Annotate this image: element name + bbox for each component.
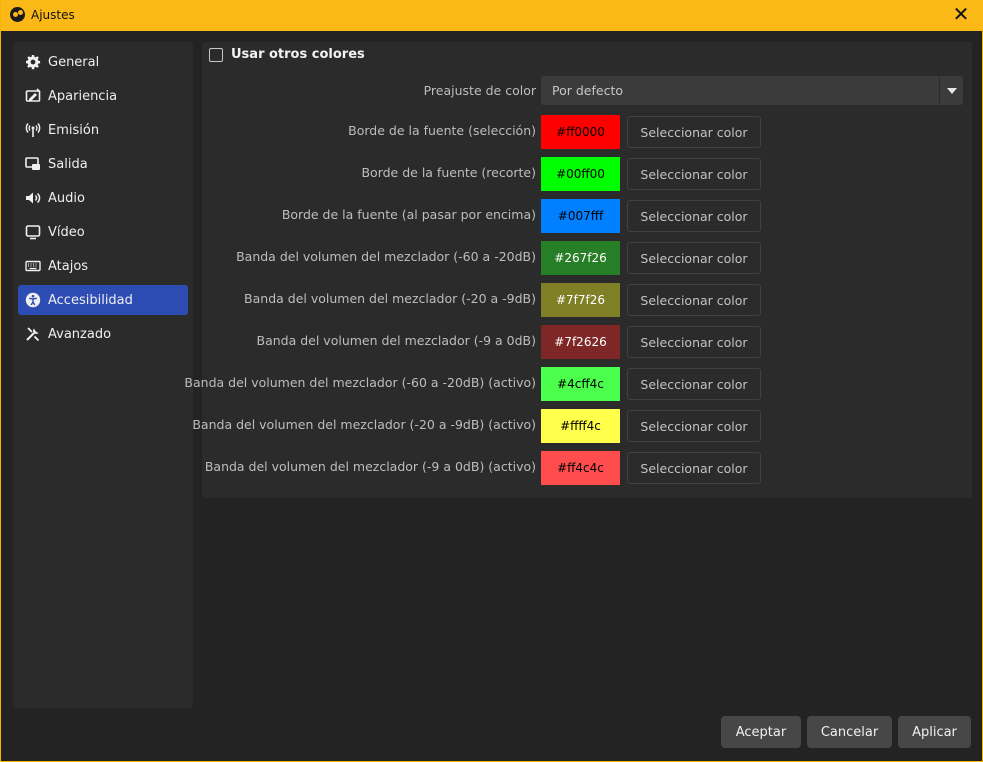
speaker-icon <box>24 189 42 207</box>
accessibility-panel: Usar otros colores Preajuste de color Po… <box>184 42 972 498</box>
select-divider <box>939 76 940 105</box>
select-color-button[interactable]: Seleccionar color <box>627 158 761 190</box>
use-other-colors-checkbox[interactable] <box>209 48 223 62</box>
sidebar-item-accessibility[interactable]: Accesibilidad <box>18 285 188 315</box>
sidebar-item-stream[interactable]: Emisión <box>18 115 188 145</box>
color-swatch: #ff4c4c <box>541 451 620 485</box>
sidebar-item-label: Apariencia <box>48 88 118 104</box>
sidebar-item-general[interactable]: General <box>18 47 188 77</box>
monitor-icon <box>24 223 42 241</box>
select-color-button[interactable]: Seleccionar color <box>627 368 761 400</box>
sidebar-item-label: Vídeo <box>48 224 85 240</box>
sidebar-item-audio[interactable]: Audio <box>18 183 188 213</box>
sidebar-item-video[interactable]: Vídeo <box>18 217 188 247</box>
select-color-button[interactable]: Seleccionar color <box>627 326 761 358</box>
cancel-button[interactable]: Cancelar <box>807 716 892 748</box>
color-swatch: #267f26 <box>541 241 620 275</box>
select-color-button[interactable]: Seleccionar color <box>627 410 761 442</box>
broadcast-icon <box>24 121 42 139</box>
accept-button[interactable]: Aceptar <box>721 716 801 748</box>
sidebar-item-output[interactable]: Salida <box>18 149 188 179</box>
row-label: Banda del volumen del mezclador (-20 a -… <box>192 417 536 432</box>
sidebar-item-label: Avanzado <box>48 326 112 342</box>
sidebar-item-hotkeys[interactable]: Atajos <box>18 251 188 281</box>
settings-window: Ajustes ✕ General Apariencia Emisión Sal… <box>0 0 983 762</box>
row-label: Banda del volumen del mezclador (-20 a -… <box>244 291 536 306</box>
row-label: Borde de la fuente (selección) <box>348 123 536 138</box>
color-swatch: #7f2626 <box>541 325 620 359</box>
sidebar-item-label: Audio <box>48 190 85 206</box>
color-swatch: #ffff4c <box>541 409 620 443</box>
sidebar-item-label: Accesibilidad <box>48 292 133 308</box>
window-title: Ajustes <box>31 8 75 22</box>
color-preset-select[interactable]: Por defecto <box>541 76 963 105</box>
select-color-button[interactable]: Seleccionar color <box>627 200 761 232</box>
preset-label: Preajuste de color <box>423 83 536 98</box>
select-color-button[interactable]: Seleccionar color <box>627 116 761 148</box>
row-label: Banda del volumen del mezclador (-60 a -… <box>184 375 536 390</box>
chevron-down-icon <box>947 88 957 94</box>
appearance-icon <box>24 87 42 105</box>
use-other-colors-label[interactable]: Usar otros colores <box>231 47 365 62</box>
color-swatch: #4cff4c <box>541 367 620 401</box>
gear-icon <box>24 53 42 71</box>
tools-icon <box>24 325 42 343</box>
color-swatch: #ff0000 <box>541 115 620 149</box>
row-label: Banda del volumen del mezclador (-9 a 0d… <box>204 459 536 474</box>
preset-value: Por defecto <box>552 83 623 98</box>
sidebar-item-advanced[interactable]: Avanzado <box>18 319 188 349</box>
select-color-button[interactable]: Seleccionar color <box>627 452 761 484</box>
close-button[interactable]: ✕ <box>938 0 983 31</box>
apply-button[interactable]: Aplicar <box>898 716 971 748</box>
sidebar-item-label: Emisión <box>48 122 100 138</box>
output-icon <box>24 155 42 173</box>
sidebar-item-label: Atajos <box>48 258 89 274</box>
color-swatch: #00ff00 <box>541 157 620 191</box>
color-swatch: #007fff <box>541 199 620 233</box>
sidebar-item-label: Salida <box>48 156 88 172</box>
color-swatch: #7f7f26 <box>541 283 620 317</box>
title-bar[interactable]: Ajustes ✕ <box>1 0 983 31</box>
select-color-button[interactable]: Seleccionar color <box>627 284 761 316</box>
sidebar-item-label: General <box>48 54 100 70</box>
settings-sidebar: General Apariencia Emisión Salida Audio <box>13 42 193 708</box>
obs-logo-icon <box>10 7 25 22</box>
accessibility-icon <box>24 291 42 309</box>
row-label: Borde de la fuente (recorte) <box>361 165 536 180</box>
row-label: Banda del volumen del mezclador (-60 a -… <box>236 249 536 264</box>
row-label: Borde de la fuente (al pasar por encima) <box>281 207 536 222</box>
select-color-button[interactable]: Seleccionar color <box>627 242 761 274</box>
keyboard-icon <box>24 257 42 275</box>
sidebar-item-appearance[interactable]: Apariencia <box>18 81 188 111</box>
row-label: Banda del volumen del mezclador (-9 a 0d… <box>256 333 537 348</box>
